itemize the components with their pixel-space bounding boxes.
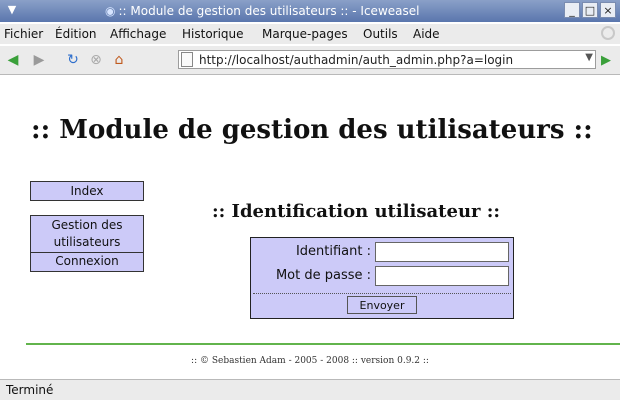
go-arrow-icon[interactable]: ▶ <box>601 53 611 68</box>
window-title-text: :: Module de gestion des utilisateurs ::… <box>118 4 420 18</box>
password-input[interactable] <box>375 266 509 286</box>
password-label: Mot de passe : <box>275 268 371 283</box>
sidebar-item-connexion[interactable]: Connexion <box>30 253 144 272</box>
url-dropdown-icon[interactable]: ▼ <box>585 52 593 63</box>
maximize-button[interactable]: □ <box>582 2 598 18</box>
footer-text: :: © Sebastien Adam - 2005 - 2008 :: ver… <box>191 356 429 366</box>
back-arrow-icon[interactable]: ◀ <box>4 51 22 69</box>
menu-bar: Fichier Édition Affichage Historique Mar… <box>0 24 620 44</box>
url-bar[interactable]: http://localhost/authadmin/auth_admin.ph… <box>178 50 596 69</box>
identifiant-label: Identifiant : <box>295 244 371 259</box>
login-form: Identifiant : Mot de passe : Envoyer <box>250 237 514 319</box>
stop-icon[interactable]: ⊗ <box>87 51 105 69</box>
menu-affichage[interactable]: Affichage <box>110 27 166 41</box>
menu-fichier[interactable]: Fichier <box>4 27 43 41</box>
window-menu-icon[interactable]: ▼ <box>5 3 19 17</box>
page-title: :: Module de gestion des utilisateurs :: <box>31 115 593 145</box>
throbber-icon <box>601 26 615 40</box>
page-content: :: Module de gestion des utilisateurs ::… <box>0 75 620 378</box>
minimize-button[interactable]: _ <box>564 2 580 18</box>
footer-rule <box>26 343 620 345</box>
window-title: ◉:: Module de gestion des utilisateurs :… <box>105 4 419 18</box>
url-text: http://localhost/authadmin/auth_admin.ph… <box>199 53 514 67</box>
submit-button[interactable]: Envoyer <box>347 296 417 314</box>
status-bar: Terminé <box>0 379 620 400</box>
sidebar-item-index[interactable]: Index <box>30 181 144 201</box>
menu-historique[interactable]: Historique <box>182 27 244 41</box>
forward-arrow-icon[interactable]: ▶ <box>30 51 48 69</box>
menu-marque-pages[interactable]: Marque-pages <box>262 27 348 41</box>
menu-outils[interactable]: Outils <box>363 27 398 41</box>
section-title: :: Identification utilisateur :: <box>212 201 501 222</box>
page-document-icon <box>181 52 193 67</box>
close-button[interactable]: × <box>600 2 616 18</box>
menu-edition[interactable]: Édition <box>55 27 97 41</box>
sidebar-nav: Index Gestion des utilisateurs Connexion <box>30 181 144 272</box>
browser-icon: ◉ <box>105 4 116 18</box>
navigation-toolbar: ◀ ▶ ↻ ⊗ ⌂ http://localhost/authadmin/aut… <box>0 46 620 75</box>
status-text: Terminé <box>6 383 54 397</box>
home-icon[interactable]: ⌂ <box>110 51 128 69</box>
window-controls: _ □ × <box>564 2 616 18</box>
identifiant-input[interactable] <box>375 242 509 262</box>
menu-aide[interactable]: Aide <box>413 27 440 41</box>
window-titlebar: ▼ ◉:: Module de gestion des utilisateurs… <box>0 0 620 22</box>
reload-icon[interactable]: ↻ <box>64 51 82 69</box>
form-divider <box>253 293 511 294</box>
sidebar-item-gestion[interactable]: Gestion des utilisateurs <box>30 215 144 253</box>
